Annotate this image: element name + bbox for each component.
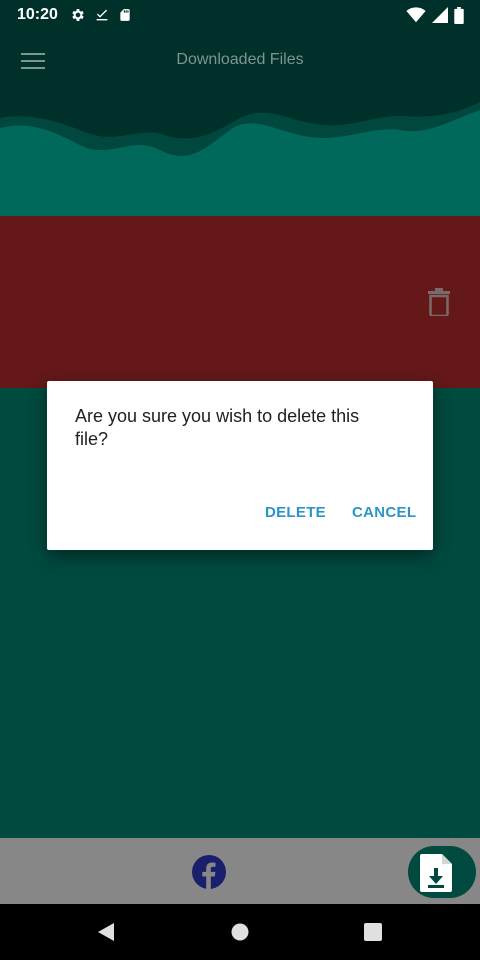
trash-icon[interactable] (428, 288, 450, 316)
download-done-icon (96, 9, 108, 21)
status-time: 10:20 (17, 6, 58, 23)
home-icon[interactable] (230, 922, 250, 942)
file-download-icon (420, 854, 452, 892)
delete-confirm-dialog: Are you sure you wish to delete this fil… (47, 381, 433, 550)
battery-icon (454, 6, 464, 24)
status-left-icons (70, 6, 132, 24)
page-title: Downloaded Files (176, 51, 304, 68)
signal-icon (432, 7, 448, 23)
status-right-icons (406, 6, 464, 24)
facebook-icon[interactable] (192, 855, 226, 889)
status-bar: 10:20 (0, 0, 480, 30)
wave-header (0, 90, 480, 216)
swipe-delete-row[interactable] (0, 216, 480, 388)
recents-icon[interactable] (363, 922, 383, 942)
gear-icon (72, 9, 84, 21)
delete-button[interactable]: DELETE (265, 504, 326, 521)
cancel-button[interactable]: CANCEL (352, 504, 416, 521)
app-bar: Downloaded Files (0, 30, 480, 90)
back-icon[interactable] (96, 922, 116, 942)
wifi-icon (406, 7, 426, 23)
dialog-message: Are you sure you wish to delete this fil… (75, 406, 360, 449)
wave-decoration (0, 90, 480, 156)
sd-card-icon (120, 9, 130, 21)
